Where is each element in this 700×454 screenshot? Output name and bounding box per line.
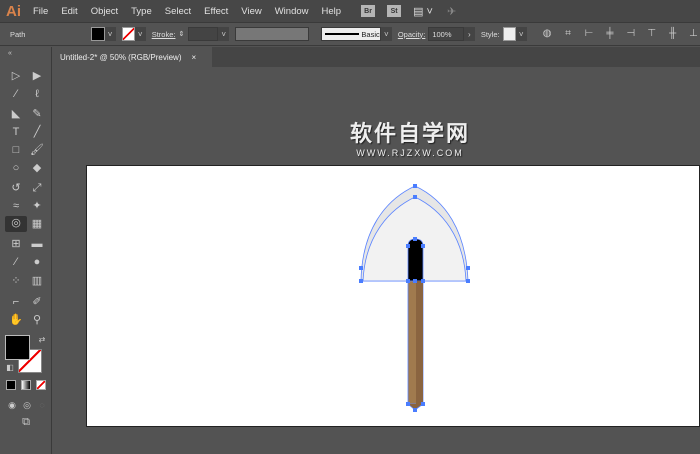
shovel-handle[interactable] <box>407 280 424 411</box>
shovel-socket[interactable] <box>407 238 424 282</box>
artwork[interactable] <box>0 0 700 454</box>
